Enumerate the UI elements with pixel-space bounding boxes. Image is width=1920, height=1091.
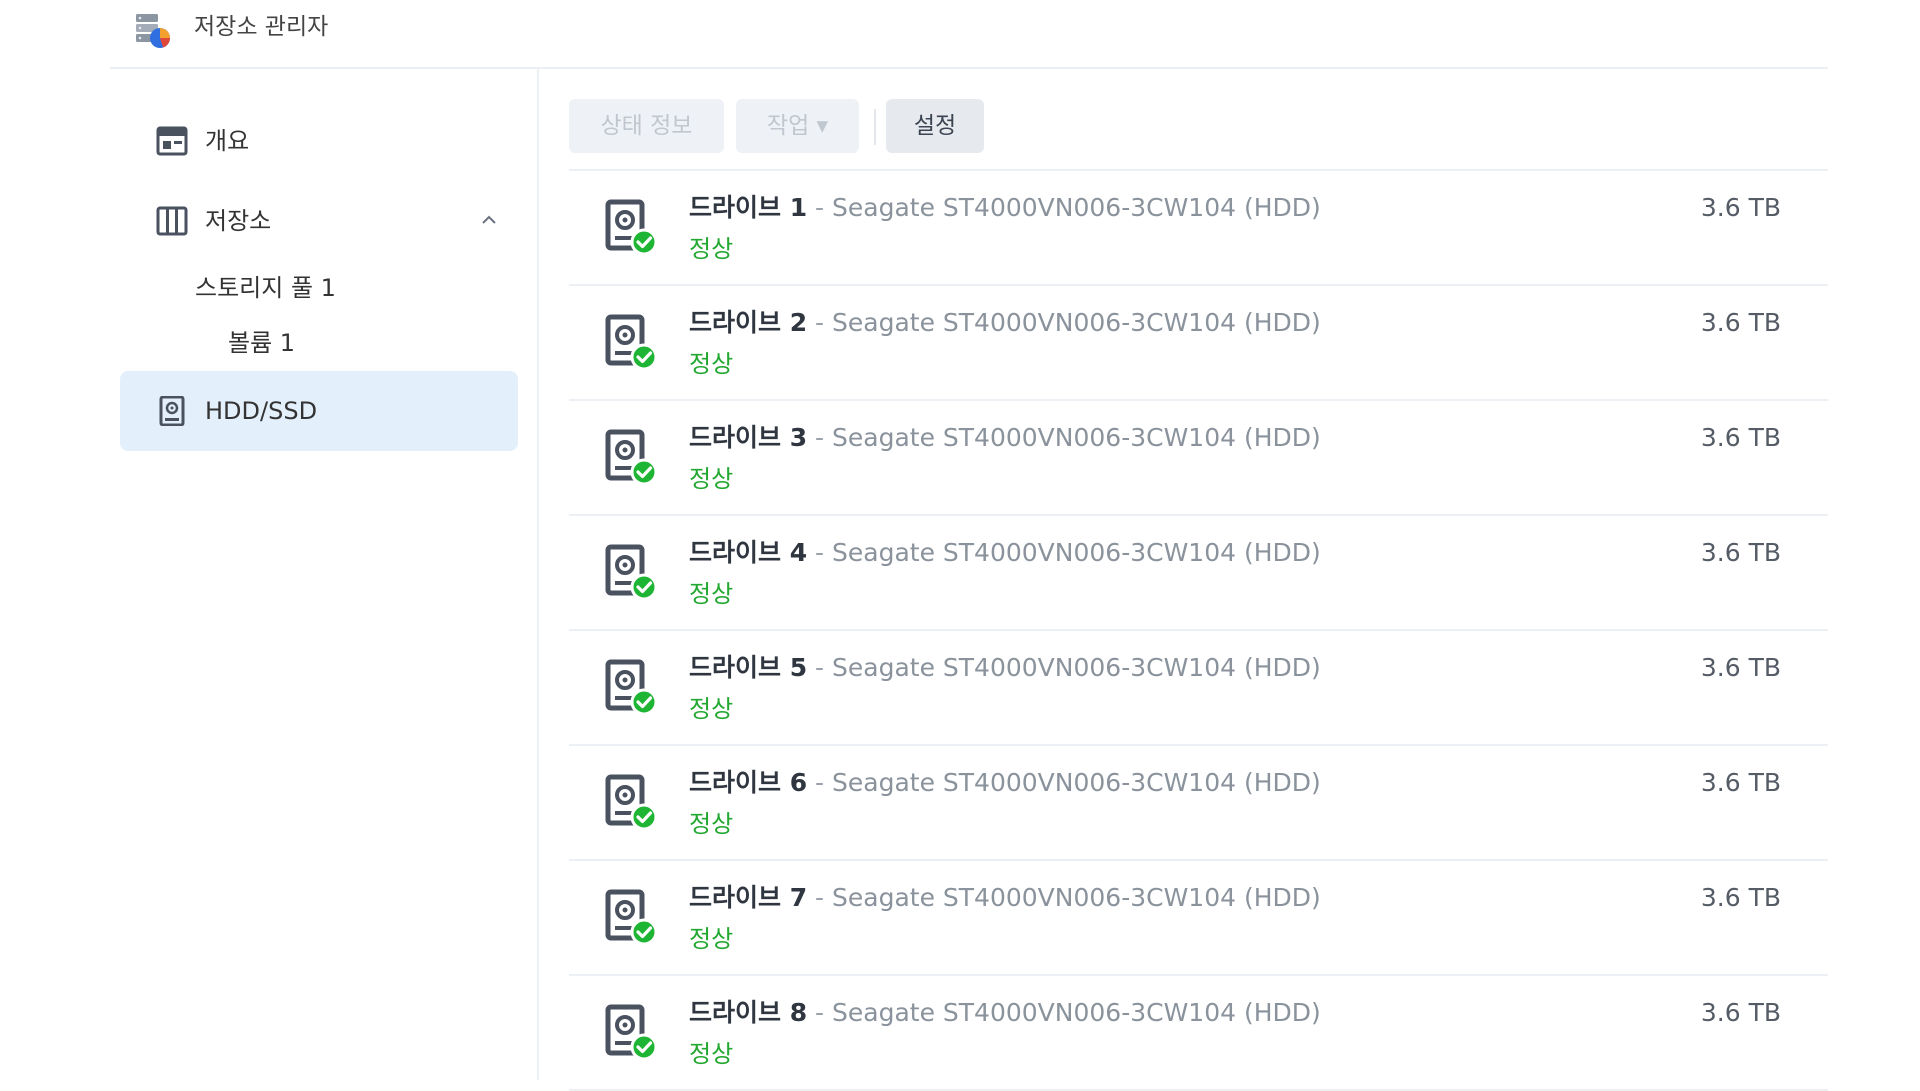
drive-separator: - — [807, 768, 833, 797]
drive-row[interactable]: 드라이브 8 - Seagate ST4000VN006-3CW104 (HDD… — [569, 976, 1828, 1091]
hdd-status-ok-icon — [605, 199, 658, 256]
drive-status: 정상 — [689, 235, 734, 263]
drive-name: 드라이브 1 - Seagate ST4000VN006-3CW104 (HDD… — [689, 191, 1321, 225]
drive-status: 정상 — [689, 810, 734, 838]
drive-status: 정상 — [689, 1040, 734, 1068]
drive-status: 정상 — [689, 695, 734, 723]
toolbar-divider — [874, 109, 876, 145]
drive-title: 드라이브 8 — [689, 998, 808, 1027]
drive-model: Seagate ST4000VN006-3CW104 (HDD) — [832, 308, 1321, 337]
drive-size: 3.6 TB — [1700, 998, 1781, 1027]
status-info-button[interactable]: 상태 정보 — [569, 99, 724, 153]
drive-row[interactable]: 드라이브 4 - Seagate ST4000VN006-3CW104 (HDD… — [569, 516, 1828, 631]
drive-name: 드라이브 8 - Seagate ST4000VN006-3CW104 (HDD… — [689, 996, 1321, 1030]
drive-row[interactable]: 드라이브 6 - Seagate ST4000VN006-3CW104 (HDD… — [569, 746, 1828, 861]
settings-button[interactable]: 설정 — [886, 99, 984, 153]
hdd-status-ok-icon — [605, 314, 658, 371]
drive-title: 드라이브 7 — [689, 883, 808, 912]
drive-separator: - — [807, 308, 833, 337]
drive-row[interactable]: 드라이브 1 - Seagate ST4000VN006-3CW104 (HDD… — [569, 171, 1828, 286]
drive-model: Seagate ST4000VN006-3CW104 (HDD) — [832, 883, 1321, 912]
storage-icon — [156, 206, 188, 236]
drive-row[interactable]: 드라이브 3 - Seagate ST4000VN006-3CW104 (HDD… — [569, 401, 1828, 516]
drive-status: 정상 — [689, 350, 734, 378]
drive-size: 3.6 TB — [1700, 308, 1781, 337]
sidebar-item-volume-1[interactable]: 볼륨 1 — [228, 327, 295, 359]
drive-name: 드라이브 2 - Seagate ST4000VN006-3CW104 (HDD… — [689, 306, 1321, 340]
drive-row[interactable]: 드라이브 7 - Seagate ST4000VN006-3CW104 (HDD… — [569, 861, 1828, 976]
drive-title: 드라이브 6 — [689, 768, 808, 797]
hdd-status-ok-icon — [605, 774, 658, 831]
action-dropdown-button[interactable]: 작업 ▾ — [736, 99, 859, 153]
sidebar-item-overview[interactable]: 개요 — [120, 101, 518, 181]
app-title: 저장소 관리자 — [194, 14, 329, 40]
drive-separator: - — [807, 883, 833, 912]
hdd-status-ok-icon — [605, 429, 658, 486]
drive-name: 드라이브 5 - Seagate ST4000VN006-3CW104 (HDD… — [689, 651, 1321, 685]
hdd-icon — [159, 396, 185, 426]
drive-name: 드라이브 7 - Seagate ST4000VN006-3CW104 (HDD… — [689, 881, 1321, 915]
drive-title: 드라이브 2 — [689, 308, 808, 337]
drive-title: 드라이브 3 — [689, 423, 808, 452]
drive-size: 3.6 TB — [1700, 883, 1781, 912]
drive-separator: - — [807, 538, 833, 567]
drive-model: Seagate ST4000VN006-3CW104 (HDD) — [832, 768, 1321, 797]
drive-model: Seagate ST4000VN006-3CW104 (HDD) — [832, 538, 1321, 567]
drive-row[interactable]: 드라이브 5 - Seagate ST4000VN006-3CW104 (HDD… — [569, 631, 1828, 746]
drive-size: 3.6 TB — [1700, 193, 1781, 222]
drive-size: 3.6 TB — [1700, 653, 1781, 682]
sidebar-item-storage-pool-1[interactable]: 스토리지 풀 1 — [195, 272, 336, 304]
drive-status: 정상 — [689, 580, 734, 608]
drive-size: 3.6 TB — [1700, 768, 1781, 797]
hdd-status-ok-icon — [605, 1004, 658, 1061]
drive-name: 드라이브 3 - Seagate ST4000VN006-3CW104 (HDD… — [689, 421, 1321, 455]
sidebar-item-label: 개요 — [205, 127, 250, 155]
drive-separator: - — [807, 423, 833, 452]
drive-size: 3.6 TB — [1700, 423, 1781, 452]
sidebar: 개요 저장소 스토리지 풀 1 볼륨 1 HDD/SSD — [110, 69, 539, 1080]
drive-status: 정상 — [689, 925, 734, 953]
drive-name: 드라이브 4 - Seagate ST4000VN006-3CW104 (HDD… — [689, 536, 1321, 570]
storage-manager-app-icon — [136, 14, 170, 48]
sidebar-item-label: 저장소 — [205, 207, 272, 235]
drive-separator: - — [807, 653, 833, 682]
drive-row[interactable]: 드라이브 2 - Seagate ST4000VN006-3CW104 (HDD… — [569, 286, 1828, 401]
drive-size: 3.6 TB — [1700, 538, 1781, 567]
hdd-status-ok-icon — [605, 544, 658, 601]
hdd-status-ok-icon — [605, 889, 658, 946]
main-panel: 상태 정보 작업 ▾ 설정 드라이브 1 - Seagate ST4000VN0… — [539, 69, 1828, 1091]
hdd-status-ok-icon — [605, 659, 658, 716]
drive-title: 드라이브 5 — [689, 653, 808, 682]
drive-separator: - — [807, 193, 833, 222]
drive-name: 드라이브 6 - Seagate ST4000VN006-3CW104 (HDD… — [689, 766, 1321, 800]
drive-status: 정상 — [689, 465, 734, 493]
drive-separator: - — [807, 998, 833, 1027]
overview-icon — [156, 126, 188, 156]
drive-title: 드라이브 4 — [689, 538, 808, 567]
storage-manager-window: 저장소 관리자 개요 저장소 스토리지 풀 1 볼륨 1 HDD/SSD 상태 … — [0, 0, 1920, 1091]
drive-list: 드라이브 1 - Seagate ST4000VN006-3CW104 (HDD… — [569, 169, 1828, 1091]
chevron-up-icon[interactable] — [478, 209, 500, 231]
sidebar-item-label: HDD/SSD — [205, 397, 318, 425]
drive-model: Seagate ST4000VN006-3CW104 (HDD) — [832, 998, 1321, 1027]
drive-title: 드라이브 1 — [689, 193, 808, 222]
drive-model: Seagate ST4000VN006-3CW104 (HDD) — [832, 423, 1321, 452]
sidebar-item-storage[interactable]: 저장소 — [120, 181, 518, 261]
sidebar-item-hdd-ssd[interactable]: HDD/SSD — [120, 371, 518, 451]
drive-model: Seagate ST4000VN006-3CW104 (HDD) — [832, 193, 1321, 222]
drive-model: Seagate ST4000VN006-3CW104 (HDD) — [832, 653, 1321, 682]
title-bar: 저장소 관리자 — [110, 0, 1828, 69]
